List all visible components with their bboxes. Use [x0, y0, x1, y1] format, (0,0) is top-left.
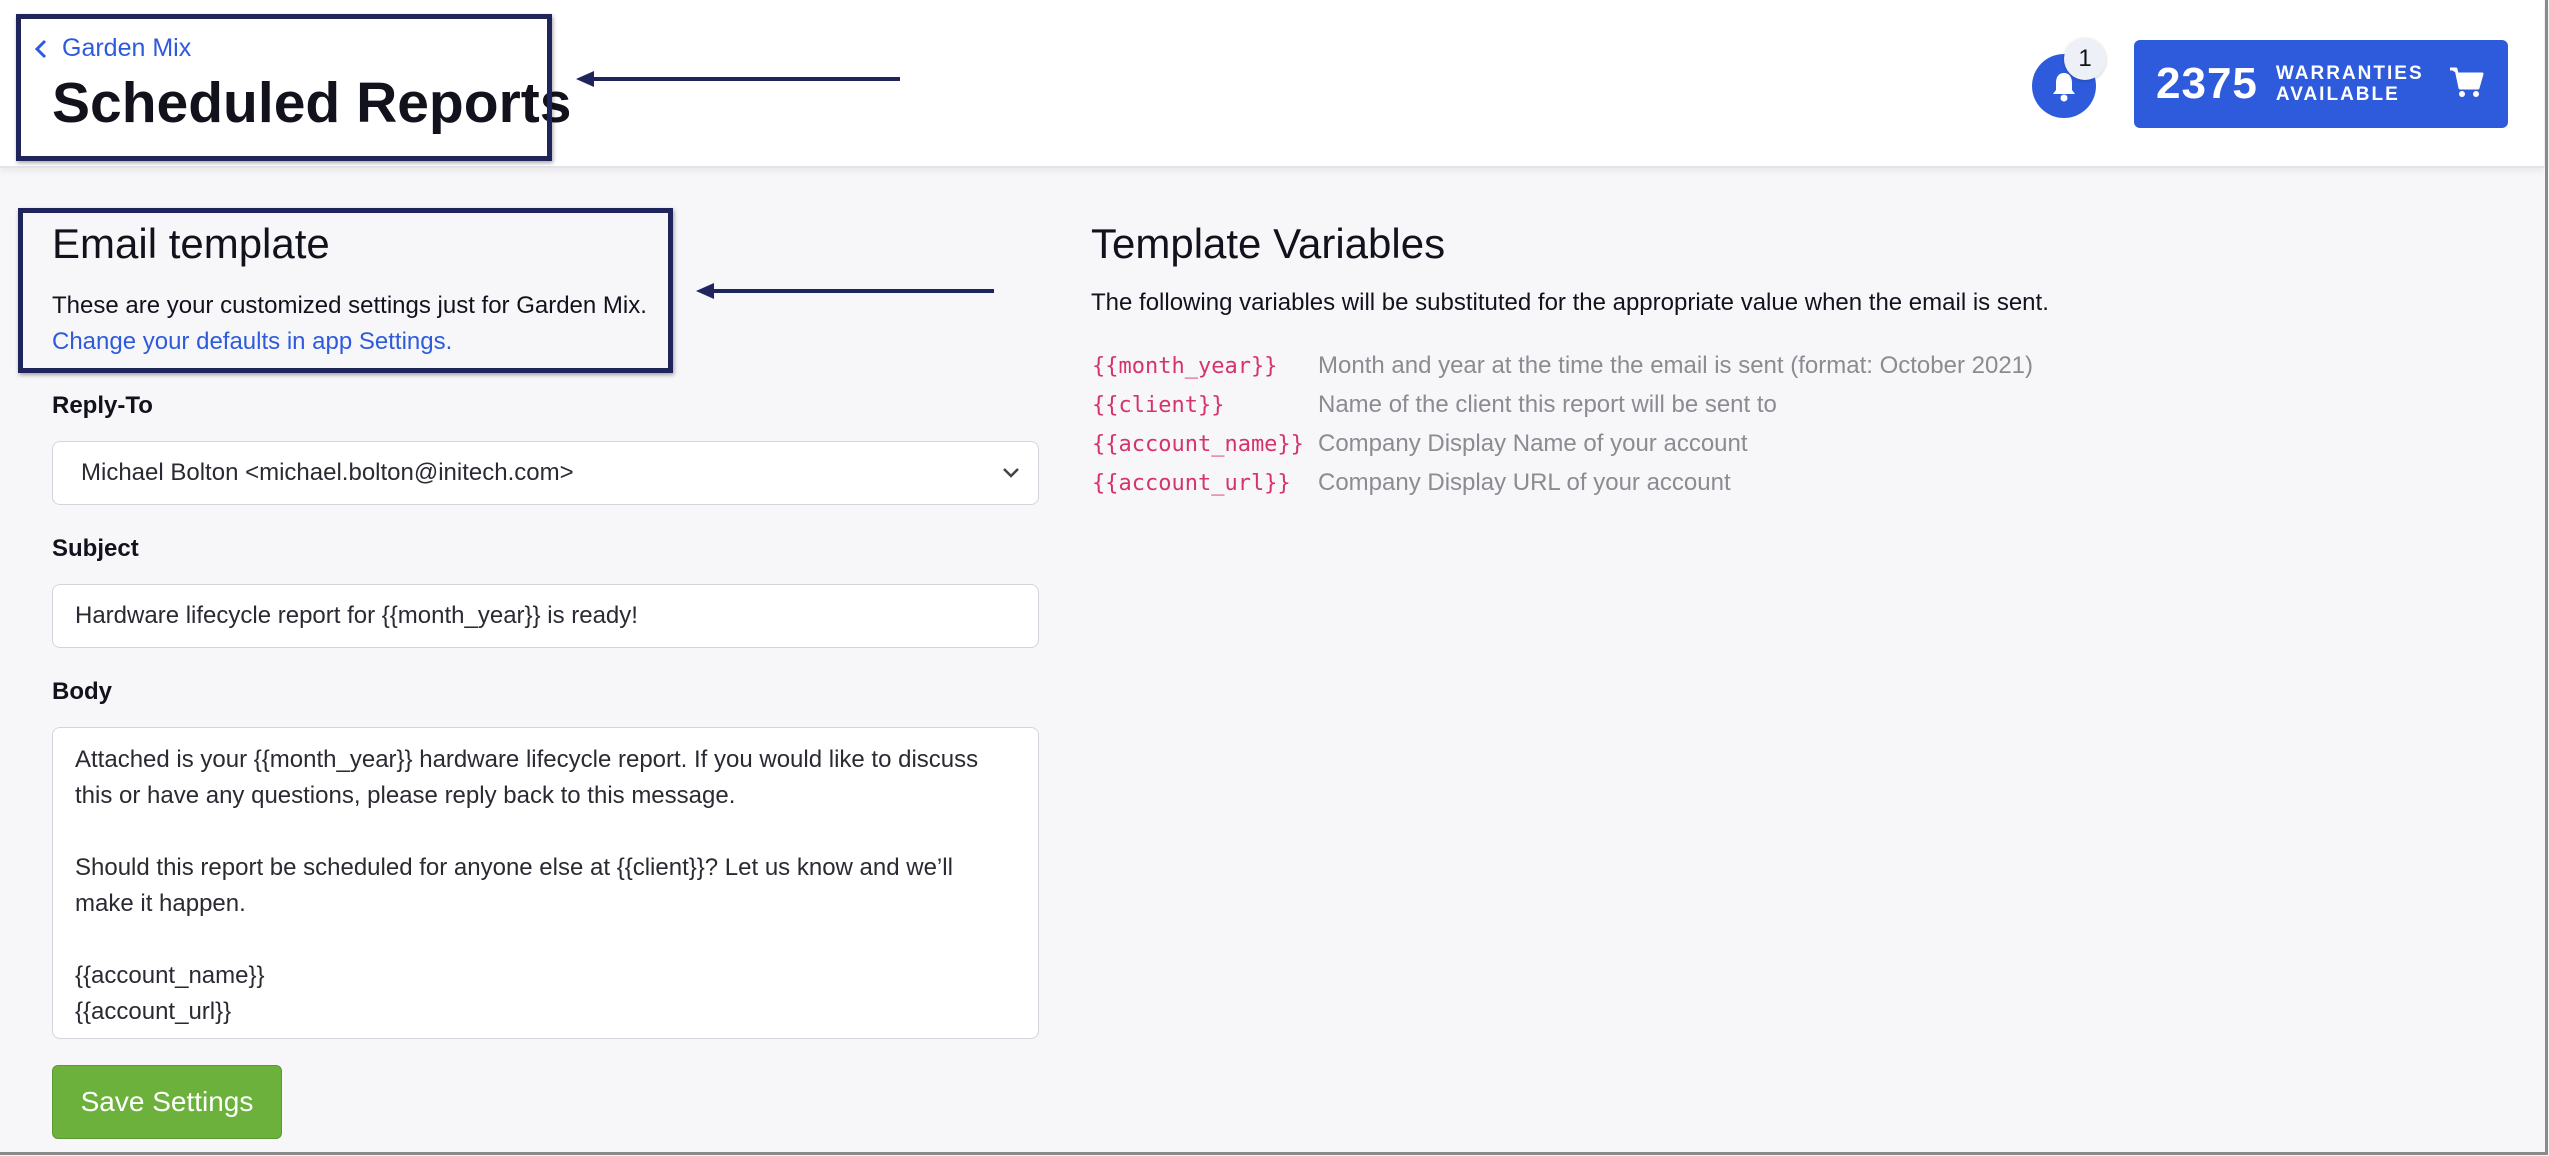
arrow-left-icon: [696, 283, 994, 299]
email-template-title: Email template: [52, 220, 330, 267]
warranties-label-line2: AVAILABLE: [2275, 84, 2400, 105]
variable-row: {{month_year}} Month and year at the tim…: [1092, 352, 2033, 380]
subject-input[interactable]: Hardware lifecycle report for {{month_ye…: [52, 584, 1039, 648]
save-settings-button[interactable]: Save Settings: [52, 1065, 282, 1139]
arrow-left-icon: [576, 71, 900, 87]
template-variables-title: Template Variables: [1091, 220, 1446, 267]
email-template-description: These are your customized settings just …: [52, 292, 647, 319]
template-variables-description: The following variables will be substitu…: [1091, 289, 2049, 316]
body-label: Body: [52, 678, 112, 705]
subject-label: Subject: [52, 535, 139, 562]
variable-code: {{client}}: [1092, 392, 1225, 418]
body-textarea[interactable]: Attached is your {{month_year}} hardware…: [52, 727, 1039, 1039]
variable-description: Name of the client this report will be s…: [1318, 391, 1777, 418]
variable-row: {{account_url}} Company Display URL of y…: [1092, 469, 1731, 497]
variable-code: {{account_name}}: [1092, 431, 1304, 457]
variable-description: Month and year at the time the email is …: [1318, 352, 2034, 379]
variable-description: Company Display Name of your account: [1318, 430, 1748, 457]
chevron-down-icon: [1003, 468, 1019, 478]
warranties-label: WARRANTIES AVAILABLE: [2276, 63, 2424, 105]
warranties-available-button[interactable]: 2375 WARRANTIES AVAILABLE: [2134, 40, 2508, 128]
reply-to-label: Reply-To: [52, 392, 153, 419]
variable-row: {{client}} Name of the client this repor…: [1092, 391, 1777, 419]
reply-to-value: Michael Bolton <michael.bolton@initech.c…: [81, 459, 574, 486]
warranties-label-line1: WARRANTIES: [2275, 63, 2424, 84]
reply-to-select[interactable]: Michael Bolton <michael.bolton@initech.c…: [52, 441, 1039, 505]
subject-value: Hardware lifecycle report for {{month_ye…: [75, 602, 638, 629]
cart-icon: [2450, 67, 2484, 97]
annotation-box-title: [16, 14, 552, 161]
change-defaults-link[interactable]: Change your defaults in app Settings.: [52, 328, 452, 356]
notification-count-badge: 1: [2064, 38, 2106, 80]
variable-code: {{account_url}}: [1092, 470, 1291, 496]
variable-code: {{month_year}}: [1092, 353, 1278, 379]
warranties-count: 2375: [2156, 59, 2258, 108]
variable-row: {{account_name}} Company Display Name of…: [1092, 430, 1748, 458]
variable-description: Company Display URL of your account: [1318, 469, 1731, 496]
